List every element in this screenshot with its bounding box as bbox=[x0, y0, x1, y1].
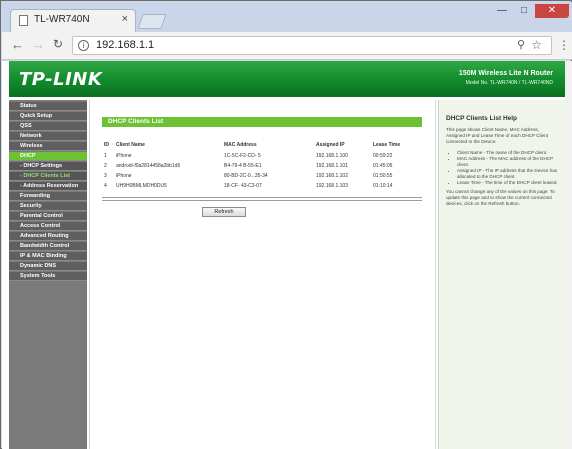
menu-item-network[interactable]: Network bbox=[9, 132, 87, 141]
page-icon bbox=[19, 15, 28, 26]
table-cell: android-f0a2814458a2bb1d6 bbox=[116, 163, 181, 169]
back-arrow-icon[interactable]: ← bbox=[11, 37, 24, 52]
help-list-item: MAC Address - The MAC address of the DHC… bbox=[457, 156, 559, 168]
table-cell: iPhone bbox=[116, 153, 132, 159]
help-outro: You cannot change any of the values on t… bbox=[446, 189, 555, 206]
column-header-lease-time: Lease Time bbox=[373, 142, 401, 148]
router-header: TP-LINK 150M Wireless Lite N Router Mode… bbox=[9, 61, 565, 97]
maximize-button[interactable]: □ bbox=[513, 4, 535, 18]
table-cell: 2 bbox=[104, 163, 107, 169]
model-number: Model No. TL-WR740N / TL-WR740ND bbox=[465, 80, 553, 86]
table-divider bbox=[102, 197, 422, 198]
info-icon[interactable]: i bbox=[78, 40, 89, 51]
table-cell: 01:45:05 bbox=[373, 163, 393, 169]
menu-item-dhcp-clients-list[interactable]: - DHCP Clients List bbox=[9, 172, 87, 181]
tab-close-icon[interactable]: × bbox=[122, 13, 128, 25]
menu-item-system-tools[interactable]: System Tools bbox=[9, 272, 87, 281]
tp-link-logo: TP-LINK bbox=[19, 69, 103, 90]
menu-item-forwarding[interactable]: Forwarding bbox=[9, 192, 87, 201]
table-cell: 4 bbox=[104, 183, 107, 189]
page-scrollbar[interactable] bbox=[565, 61, 572, 449]
menu-item-bandwidth-control[interactable]: Bandwidth Control bbox=[9, 242, 87, 251]
forward-arrow-icon[interactable]: → bbox=[32, 37, 45, 52]
browser-toolbar: ← → ↻ i 192.168.1.1 ⚲ ☆ ⋮ bbox=[2, 32, 572, 60]
close-window-button[interactable]: ✕ bbox=[535, 4, 569, 18]
column-header-assigned-ip: Assigned IP bbox=[316, 142, 345, 148]
browser-tab[interactable]: TL-WR740N × bbox=[10, 9, 136, 32]
table-divider bbox=[102, 200, 422, 201]
url-text[interactable]: 192.168.1.1 bbox=[96, 39, 154, 51]
table-cell: 192.168.1.102 bbox=[316, 173, 348, 179]
tab-title: TL-WR740N bbox=[34, 14, 90, 25]
tab-strip: TL-WR740N × — □ ✕ bbox=[2, 2, 572, 32]
table-cell: B4-79-4 B-55-E1 bbox=[224, 163, 262, 169]
table-cell: 192.168.1.101 bbox=[316, 163, 348, 169]
menu-item-dynamic-dns[interactable]: Dynamic DNS bbox=[9, 262, 87, 271]
menu-item-status[interactable]: Status bbox=[9, 102, 87, 111]
menu-item-wireless[interactable]: Wireless bbox=[9, 142, 87, 151]
table-cell: 3 bbox=[104, 173, 107, 179]
table-cell: 01:50:55 bbox=[373, 173, 393, 179]
menu-item-qss[interactable]: QSS bbox=[9, 122, 87, 131]
table-cell: 00:59:22 bbox=[373, 153, 393, 159]
product-name: 150M Wireless Lite N Router bbox=[458, 70, 553, 77]
menu-item-advanced-routing[interactable]: Advanced Routing bbox=[9, 232, 87, 241]
left-navigation-menu: Status Quick Setup QSS Network Wireless … bbox=[9, 100, 87, 449]
menu-item-parental-control[interactable]: Parental Control bbox=[9, 212, 87, 221]
help-list-item: Assigned IP - The IP address that the De… bbox=[457, 168, 559, 180]
menu-item-dhcp[interactable]: DHCP bbox=[9, 152, 87, 161]
help-title: DHCP Clients List Help bbox=[446, 115, 518, 122]
table-cell: 1 bbox=[104, 153, 107, 159]
table-cell: iPhone bbox=[116, 173, 132, 179]
table-cell: 18-CF- 43-C3-07 bbox=[224, 183, 262, 189]
table-cell: 01:10:14 bbox=[373, 183, 393, 189]
table-cell: 80-BD-2C-0...35-34 bbox=[224, 173, 268, 179]
menu-item-dhcp-settings[interactable]: - DHCP Settings bbox=[9, 162, 87, 171]
table-cell: UH9H0BMLMDH0DU5 bbox=[116, 183, 167, 189]
browser-window: TL-WR740N × — □ ✕ ← → ↻ i 192.168.1.1 ⚲ … bbox=[0, 0, 572, 449]
minimize-button[interactable]: — bbox=[491, 4, 513, 18]
browser-menu-icon[interactable]: ⋮ bbox=[558, 38, 570, 52]
page-viewport: TP-LINK 150M Wireless Lite N Router Mode… bbox=[2, 61, 572, 449]
help-intro: This page shows Client Name, MAC Address… bbox=[446, 127, 548, 144]
bookmark-star-icon[interactable]: ☆ bbox=[531, 38, 542, 52]
table-cell: 192.168.1.100 bbox=[316, 153, 348, 159]
page-title: DHCP Clients List bbox=[102, 117, 422, 127]
new-tab-button[interactable] bbox=[137, 14, 167, 29]
column-header-mac-address: MAC Address bbox=[224, 142, 257, 148]
help-list: Client Name - The name of the DHCP clien… bbox=[449, 150, 559, 186]
menu-item-ip-mac-binding[interactable]: IP & MAC Binding bbox=[9, 252, 87, 261]
help-list-item: Lease Time - The time of the DHCP client… bbox=[457, 180, 559, 186]
main-content: DHCP Clients List ID Client Name MAC Add… bbox=[89, 100, 436, 449]
table-cell: 1C-5C-F2-CD- 5 bbox=[224, 153, 261, 159]
help-panel: DHCP Clients List Help This page shows C… bbox=[438, 100, 565, 449]
address-bar[interactable]: i 192.168.1.1 ⚲ ☆ bbox=[72, 36, 552, 55]
menu-item-security[interactable]: Security bbox=[9, 202, 87, 211]
menu-item-quick-setup[interactable]: Quick Setup bbox=[9, 112, 87, 121]
reload-icon[interactable]: ↻ bbox=[53, 37, 63, 51]
column-header-client-name: Client Name bbox=[116, 142, 145, 148]
menu-item-address-reservation[interactable]: - Address Reservation bbox=[9, 182, 87, 191]
refresh-button[interactable]: Refresh bbox=[202, 207, 246, 217]
menu-item-access-control[interactable]: Access Control bbox=[9, 222, 87, 231]
zoom-icon[interactable]: ⚲ bbox=[517, 38, 525, 51]
table-cell: 192.168.1.103 bbox=[316, 183, 348, 189]
column-header-id: ID bbox=[104, 142, 109, 148]
